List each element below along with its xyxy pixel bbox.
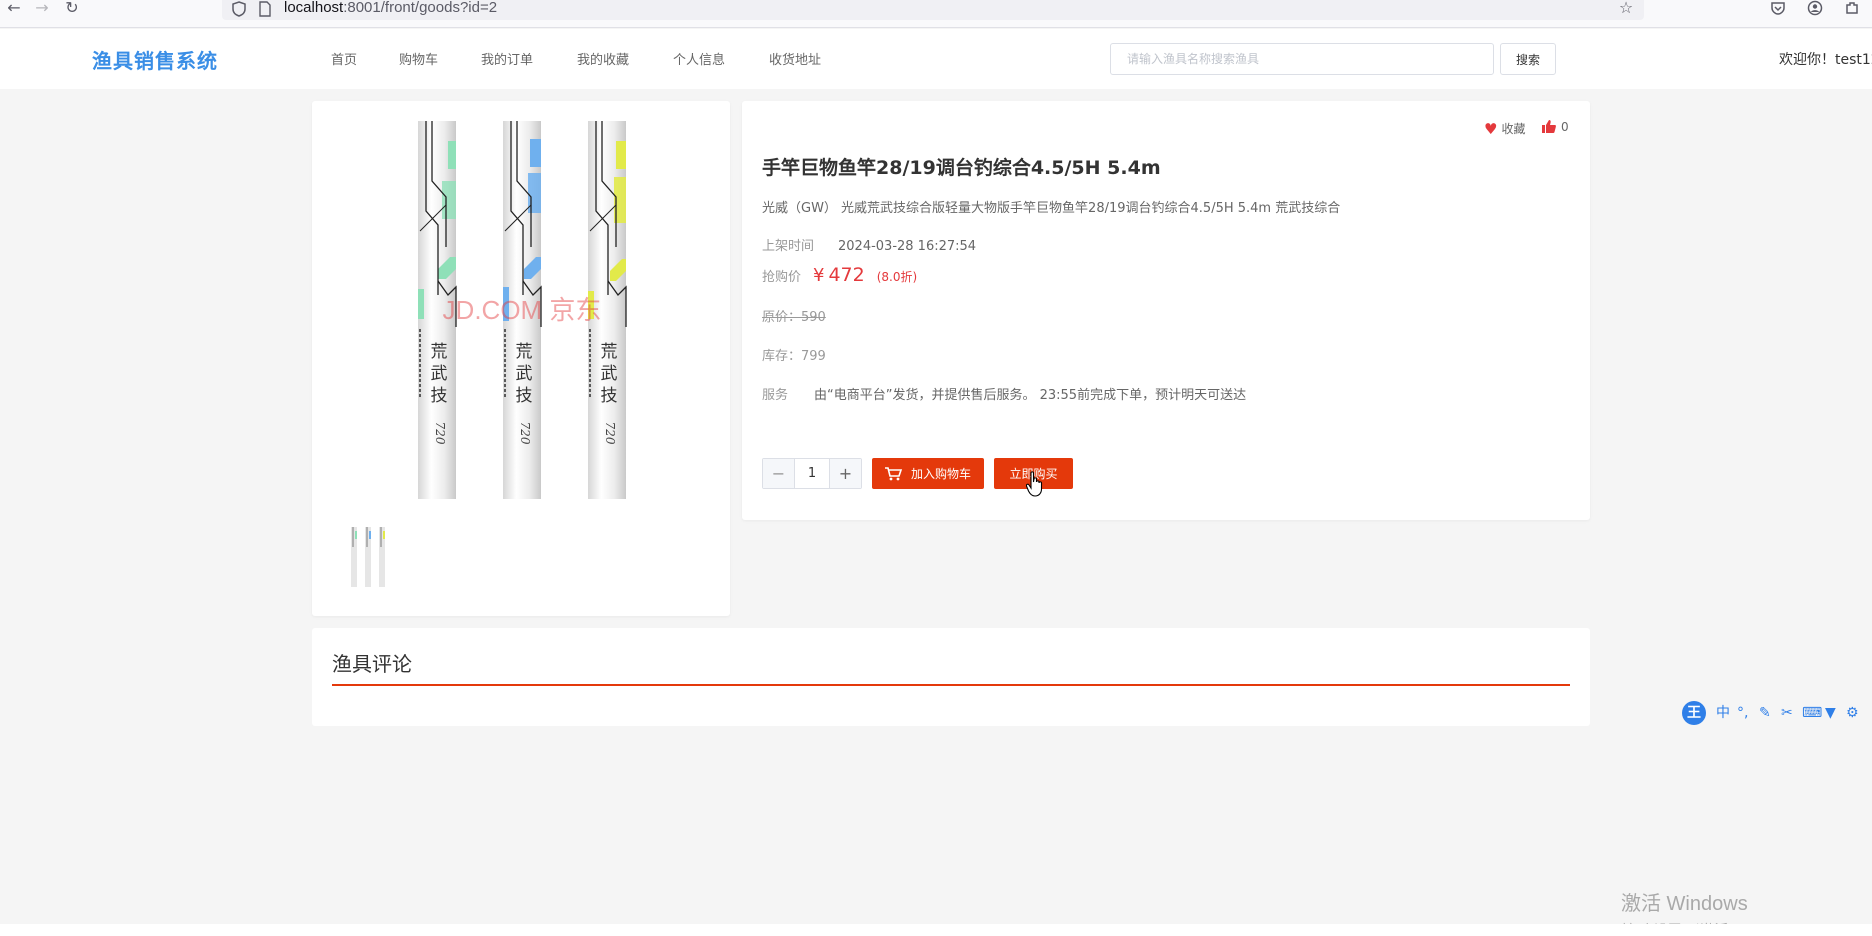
extensions-icon[interactable] xyxy=(1842,0,1862,18)
price-value: 472 xyxy=(828,264,865,286)
ime-mode-toggle[interactable]: 中 xyxy=(1716,703,1730,723)
ime-settings-icon[interactable]: ⚙ xyxy=(1846,703,1859,723)
ime-scissors-icon[interactable]: ✂ xyxy=(1781,703,1793,723)
favorite-button[interactable]: ♥ 收藏 xyxy=(1484,120,1525,138)
site-header: 渔具销售系统 首页 购物车 我的订单 我的收藏 个人信息 收货地址 搜索 欢迎你… xyxy=(0,29,1872,89)
svg-text:荒: 荒 xyxy=(516,342,533,362)
nav-profile[interactable]: 个人信息 xyxy=(673,49,725,68)
service-label: 服务 xyxy=(762,388,789,403)
quantity-stepper: − + xyxy=(762,458,862,489)
product-title: 手竿巨物鱼竿28/19调台钓综合4.5/5H 5.4m xyxy=(762,157,1161,179)
cart-icon xyxy=(884,467,903,481)
thumbs-up-icon xyxy=(1542,120,1556,133)
shelf-time-value: 2024-03-28 16:27:54 xyxy=(838,239,977,254)
ime-handwrite-icon[interactable]: ✎ xyxy=(1759,703,1771,723)
quantity-input[interactable] xyxy=(795,459,829,488)
svg-text:武: 武 xyxy=(601,364,618,384)
nav-orders[interactable]: 我的订单 xyxy=(481,49,533,68)
currency-sign: ¥ xyxy=(813,265,825,286)
shield-icon xyxy=(232,1,246,17)
nav-home[interactable]: 首页 xyxy=(331,49,357,68)
ime-toolbar: 王 中 °, ✎ ✂ ⌨ ▼ ⚙ xyxy=(1680,699,1872,727)
url-host: localhost xyxy=(284,0,344,16)
nav-favorites[interactable]: 我的收藏 xyxy=(577,49,629,68)
account-icon[interactable] xyxy=(1805,0,1825,18)
url-text[interactable]: localhost:8001/front/goods?id=2 xyxy=(284,0,497,16)
ime-punctuation-icon[interactable]: °, xyxy=(1737,703,1748,723)
svg-text:荒: 荒 xyxy=(431,342,448,362)
welcome-text: 欢迎你！test12 xyxy=(1779,52,1872,68)
original-price-row: 原价：590 xyxy=(762,306,826,325)
svg-text:720: 720 xyxy=(603,422,617,445)
stock-value: 库存：799 xyxy=(762,349,826,364)
forward-arrow-icon[interactable]: → xyxy=(30,0,54,18)
reload-icon[interactable]: ↻ xyxy=(60,0,84,18)
nav-cart[interactable]: 购物车 xyxy=(399,49,438,68)
comments-title: 渔具评论 xyxy=(332,652,412,676)
svg-text:技: 技 xyxy=(516,386,533,406)
back-arrow-icon[interactable]: ← xyxy=(2,0,26,18)
shelf-time-row: 上架时间 2024-03-28 16:27:54 xyxy=(762,235,976,254)
ime-skin-icon[interactable]: ▼ xyxy=(1825,703,1836,723)
ime-logo-icon[interactable]: 王 xyxy=(1682,701,1706,725)
address-bar[interactable]: localhost:8001/front/goods?id=2 xyxy=(222,0,1644,20)
shelf-time-label: 上架时间 xyxy=(762,239,815,254)
svg-text:技: 技 xyxy=(601,386,618,406)
favorite-label: 收藏 xyxy=(1501,122,1526,136)
buy-now-button[interactable]: 立即购买 xyxy=(994,458,1073,489)
site-logo[interactable]: 渔具销售系统 xyxy=(92,45,218,74)
svg-text:武: 武 xyxy=(516,364,533,384)
product-main-image: 荒 武 技 720 荒 武 技 720 荒 武 技 720 JD.COM 京东 xyxy=(418,121,627,499)
url-path: :8001/front/goods?id=2 xyxy=(343,0,498,16)
comments-panel: 渔具评论 xyxy=(312,628,1590,726)
svg-text:荒: 荒 xyxy=(601,342,618,362)
like-count: 0 xyxy=(1561,120,1569,134)
quantity-increase-button[interactable]: + xyxy=(829,459,861,488)
product-thumbnail[interactable] xyxy=(348,523,388,589)
search-button[interactable]: 搜索 xyxy=(1500,43,1556,75)
service-text: 由“电商平台”发货，并提供售后服务。 23:55前完成下单，预计明天可送达 xyxy=(814,388,1247,403)
quantity-decrease-button[interactable]: − xyxy=(763,459,795,488)
product-image-panel: 荒 武 技 720 荒 武 技 720 荒 武 技 720 JD.COM 京东 xyxy=(312,101,730,616)
price-label: 抢购价 xyxy=(762,270,802,285)
svg-text:720: 720 xyxy=(433,422,447,445)
like-button[interactable]: 0 xyxy=(1542,120,1569,134)
original-price: 原价：590 xyxy=(762,310,826,325)
browser-toolbar: ← → ↻ localhost:8001/front/goods?id=2 ☆ xyxy=(0,0,1872,28)
comments-divider xyxy=(332,684,1570,686)
bookmark-star-icon[interactable]: ☆ xyxy=(1616,0,1636,18)
svg-text:技: 技 xyxy=(431,386,448,406)
product-description: 光威（GW） 光威荒武技综合版轻量大物版手竿巨物鱼竿28/19调台钓综合4.5/… xyxy=(762,201,1341,216)
price-row: 抢购价 ¥472 (8.0折) xyxy=(762,264,917,286)
service-row: 服务 由“电商平台”发货，并提供售后服务。 23:55前完成下单，预计明天可送达 xyxy=(762,384,1246,403)
product-info-panel: ♥ 收藏 0 手竿巨物鱼竿28/19调台钓综合4.5/5H 5.4m 光威（GW）… xyxy=(742,101,1590,520)
svg-text:武: 武 xyxy=(431,364,448,384)
page-icon xyxy=(259,1,271,17)
nav-address[interactable]: 收货地址 xyxy=(769,49,821,68)
stock-row: 库存：799 xyxy=(762,345,826,364)
pocket-icon[interactable] xyxy=(1768,0,1788,18)
ime-keyboard-icon[interactable]: ⌨ xyxy=(1802,703,1822,723)
svg-text:720: 720 xyxy=(518,422,532,445)
add-to-cart-label: 加入购物车 xyxy=(910,467,971,481)
search-input[interactable] xyxy=(1110,43,1494,75)
add-to-cart-button[interactable]: 加入购物车 xyxy=(872,458,984,489)
jd-watermark: JD.COM 京东 xyxy=(443,295,602,325)
activation-line-1: 激活 Windows xyxy=(1621,893,1748,915)
heart-icon: ♥ xyxy=(1484,120,1498,138)
discount-badge: (8.0折) xyxy=(876,270,918,284)
bottom-strip xyxy=(0,924,1872,936)
